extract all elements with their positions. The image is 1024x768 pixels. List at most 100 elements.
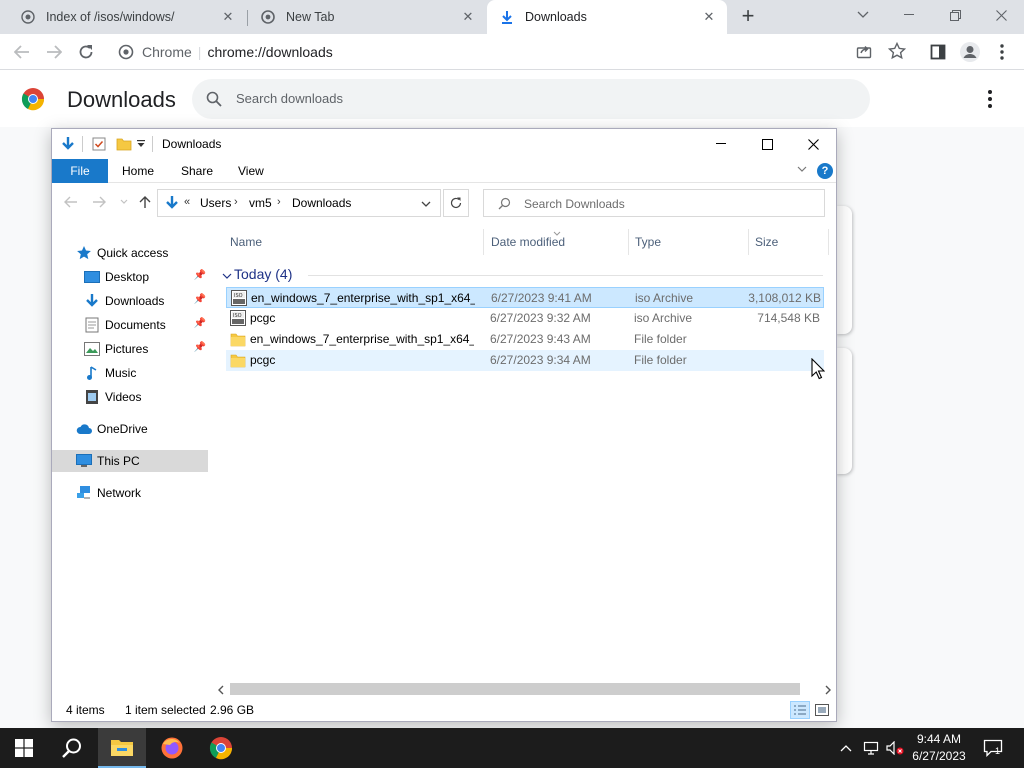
folder-icon bbox=[230, 331, 246, 347]
svg-text:ISO: ISO bbox=[234, 293, 243, 299]
nav-downloads[interactable]: Downloads 📌 bbox=[52, 290, 208, 312]
pin-icon: 📌 bbox=[193, 270, 206, 281]
ribbon-tab-file[interactable]: File bbox=[52, 159, 108, 183]
nav-desktop[interactable]: Desktop 📌 bbox=[52, 266, 208, 288]
up-arrow-icon[interactable] bbox=[137, 194, 153, 210]
column-divider[interactable] bbox=[628, 229, 629, 255]
forward-arrow-icon[interactable] bbox=[91, 194, 107, 210]
browser-menu-icon[interactable] bbox=[990, 40, 1014, 64]
minimize-button[interactable] bbox=[886, 0, 932, 30]
tab-close-icon[interactable]: ✕ bbox=[701, 9, 717, 25]
ribbon-tab-share[interactable]: Share bbox=[181, 159, 213, 183]
tab-close-icon[interactable]: ✕ bbox=[460, 9, 476, 25]
horizontal-scrollbar[interactable] bbox=[214, 681, 836, 697]
nav-network[interactable]: Network bbox=[52, 482, 208, 504]
file-row[interactable]: pcgc 6/27/2023 9:34 AM File folder bbox=[226, 350, 824, 371]
chevron-down-icon[interactable] bbox=[420, 196, 436, 212]
ribbon-tab-home[interactable]: Home bbox=[122, 159, 154, 183]
back-button[interactable] bbox=[10, 40, 34, 64]
forward-button[interactable] bbox=[42, 40, 66, 64]
back-arrow-icon[interactable] bbox=[63, 194, 79, 210]
breadcrumb-overflow[interactable]: « bbox=[184, 196, 190, 208]
chevron-right-icon[interactable]: › bbox=[277, 196, 281, 208]
recent-locations-icon[interactable] bbox=[116, 194, 132, 210]
omnibox[interactable]: Chrome | chrome://downloads bbox=[110, 38, 928, 66]
details-view-icon[interactable] bbox=[790, 701, 810, 719]
volume-muted-icon[interactable] bbox=[885, 739, 905, 757]
column-divider[interactable] bbox=[828, 229, 829, 255]
share-icon[interactable] bbox=[856, 43, 872, 62]
reload-button[interactable] bbox=[74, 40, 98, 64]
network-tray-icon[interactable] bbox=[862, 739, 880, 757]
group-header-today[interactable]: Today (4) bbox=[222, 265, 823, 285]
restore-button[interactable] bbox=[932, 0, 978, 30]
tab-downloads[interactable]: Downloads ✕ bbox=[487, 0, 727, 34]
maximize-button[interactable] bbox=[744, 129, 790, 159]
notification-center-icon[interactable]: 1 bbox=[982, 739, 1004, 757]
file-row[interactable]: en_windows_7_enterprise_with_sp1_x64_...… bbox=[226, 329, 824, 350]
refresh-icon[interactable] bbox=[443, 189, 469, 217]
breadcrumb-vm5[interactable]: vm5 bbox=[249, 196, 272, 210]
tab-search-icon[interactable] bbox=[840, 0, 886, 30]
close-window-button[interactable] bbox=[790, 129, 836, 159]
nav-music[interactable]: Music bbox=[52, 362, 208, 384]
nav-videos[interactable]: Videos bbox=[52, 386, 208, 408]
expand-ribbon-icon[interactable] bbox=[797, 164, 807, 175]
column-header-type[interactable]: Type bbox=[635, 235, 661, 249]
download-card[interactable] bbox=[836, 348, 852, 474]
ribbon-tab-view[interactable]: View bbox=[238, 159, 264, 183]
search-icon bbox=[498, 197, 511, 213]
tab-title: New Tab bbox=[286, 10, 335, 24]
column-divider[interactable] bbox=[483, 229, 484, 255]
nav-documents[interactable]: Documents 📌 bbox=[52, 314, 208, 336]
desktop-icon bbox=[84, 269, 100, 285]
nav-quick-access[interactable]: Quick access bbox=[52, 242, 208, 264]
nav-onedrive[interactable]: OneDrive bbox=[52, 418, 208, 440]
chrome-taskbar-icon[interactable] bbox=[197, 728, 245, 768]
column-header-name[interactable]: Name bbox=[230, 235, 262, 249]
nav-pictures[interactable]: Pictures 📌 bbox=[52, 338, 208, 360]
help-icon[interactable]: ? bbox=[817, 163, 833, 179]
computer-icon bbox=[76, 453, 92, 469]
file-row[interactable]: ISO en_windows_7_enterprise_with_sp1_x64… bbox=[226, 287, 824, 308]
firefox-icon[interactable] bbox=[148, 728, 196, 768]
download-card[interactable] bbox=[836, 206, 852, 334]
scroll-right-icon[interactable] bbox=[824, 684, 832, 698]
system-clock[interactable]: 9:44 AM 6/27/2023 bbox=[910, 731, 968, 765]
customize-toolbar-icon[interactable] bbox=[136, 136, 146, 152]
address-bar[interactable]: « Users › vm5 › Downloads bbox=[157, 189, 441, 217]
show-hidden-icons-chevron-icon[interactable] bbox=[838, 739, 854, 757]
scroll-left-icon[interactable] bbox=[217, 684, 225, 698]
nav-this-pc[interactable]: This PC bbox=[52, 450, 208, 472]
file-explorer-taskbar-icon[interactable] bbox=[98, 728, 146, 768]
column-header-size[interactable]: Size bbox=[755, 235, 778, 249]
profile-avatar-icon[interactable] bbox=[958, 40, 982, 64]
tab-close-icon[interactable]: ✕ bbox=[220, 9, 236, 25]
minimize-button[interactable] bbox=[698, 129, 744, 159]
search-icon[interactable] bbox=[48, 728, 96, 768]
close-window-button[interactable] bbox=[978, 0, 1024, 30]
tab-new-tab[interactable]: New Tab ✕ bbox=[248, 0, 486, 34]
more-actions-icon[interactable] bbox=[980, 87, 1000, 111]
scrollbar-thumb[interactable] bbox=[230, 683, 800, 695]
column-divider[interactable] bbox=[748, 229, 749, 255]
start-button[interactable] bbox=[0, 728, 48, 768]
bookmark-star-icon[interactable] bbox=[887, 41, 907, 63]
new-folder-icon[interactable] bbox=[116, 136, 132, 152]
new-tab-button[interactable]: + bbox=[738, 5, 758, 27]
breadcrumb-users[interactable]: Users bbox=[200, 196, 231, 210]
breadcrumb-downloads[interactable]: Downloads bbox=[292, 196, 351, 210]
tab-index-isos[interactable]: Index of /isos/windows/ ✕ bbox=[0, 0, 246, 34]
explorer-search-input[interactable]: Search Downloads bbox=[483, 189, 825, 217]
properties-icon[interactable] bbox=[92, 136, 106, 152]
omnibox-url: chrome://downloads bbox=[207, 44, 333, 60]
file-row[interactable]: ISO pcgc 6/27/2023 9:32 AM iso Archive 7… bbox=[226, 308, 824, 329]
chevron-right-icon[interactable]: › bbox=[234, 196, 238, 208]
selection-size: 2.96 GB bbox=[210, 703, 255, 717]
downloads-search-input[interactable]: Search downloads bbox=[192, 79, 870, 119]
large-icons-view-icon[interactable] bbox=[814, 703, 830, 717]
side-panel-icon[interactable] bbox=[926, 40, 950, 64]
ribbon: File Home Share View ? bbox=[52, 159, 836, 183]
globe-icon bbox=[20, 9, 36, 25]
nav-label: This PC bbox=[97, 454, 140, 468]
